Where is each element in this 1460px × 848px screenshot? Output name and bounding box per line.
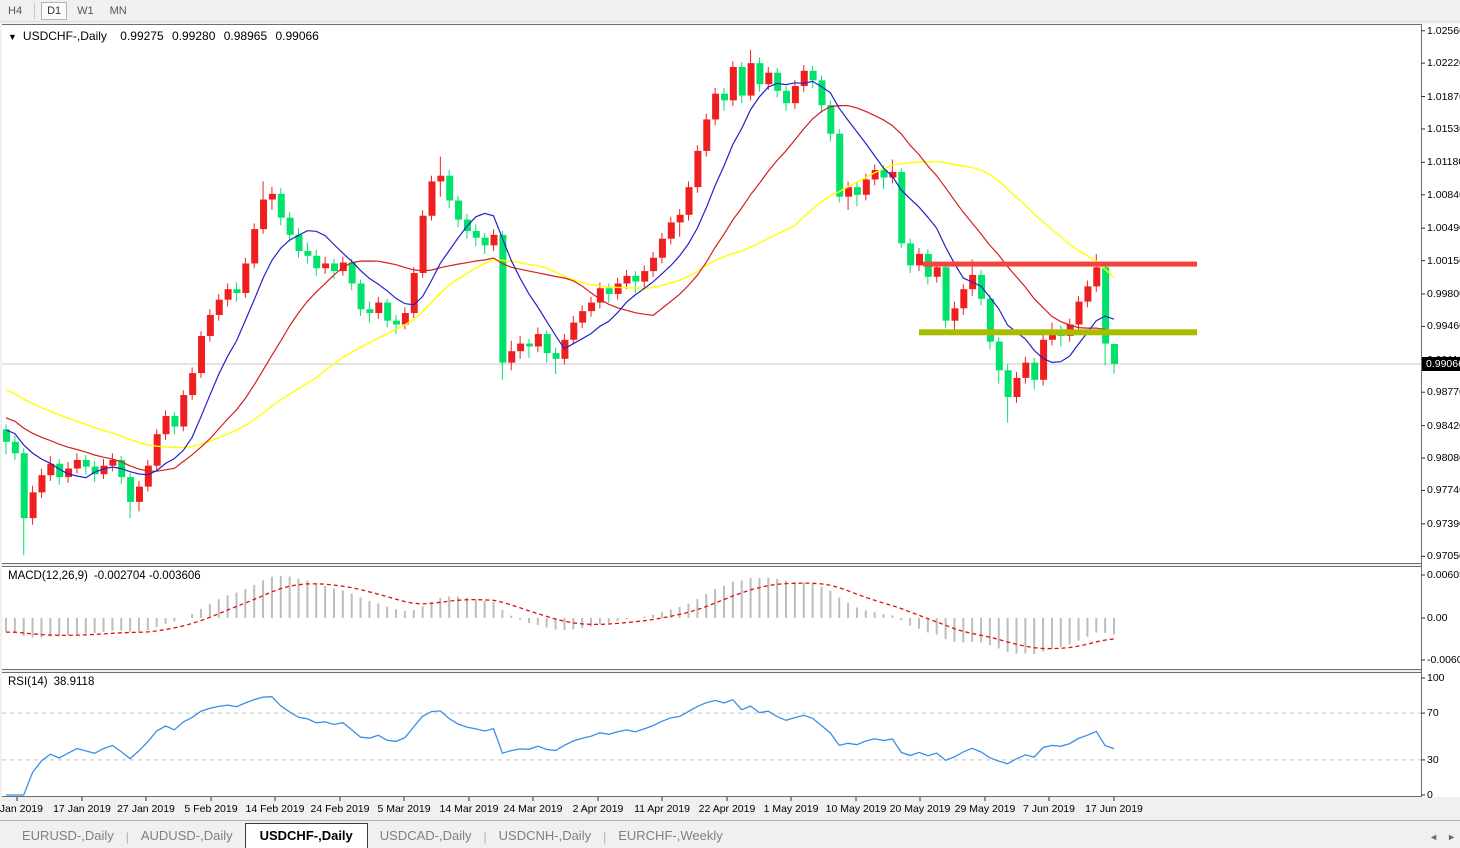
tab-scroll-left-icon[interactable]: ◄ xyxy=(1429,832,1438,842)
macd-signal-value: -0.003606 xyxy=(149,570,201,582)
price-axis-label: 1.01530 xyxy=(1427,123,1460,135)
price-axis: 1.02560 1.02220 1.01870 1.01530 1.01180 1.008… xyxy=(1421,24,1460,797)
ohlc-close: 0.99066 xyxy=(275,29,318,43)
date-axis-label: 14 Feb 2019 xyxy=(246,803,305,815)
date-axis-label: 7 Jun 2019 xyxy=(1023,803,1075,815)
rsi-indicator-label: RSI(14) 38.9118 xyxy=(8,676,94,688)
macd-pane[interactable] xyxy=(2,566,1421,670)
price-axis-label: 0.99800 xyxy=(1427,288,1460,300)
tab-scroll-arrows: ◄► xyxy=(1429,832,1456,842)
macd-axis-label: 0.00 xyxy=(1427,612,1447,624)
timeframe-button-d1[interactable]: D1 xyxy=(41,2,67,20)
tab-usdcnh-daily[interactable]: USDCNH-,Daily xyxy=(487,825,603,847)
tab-eurusd-daily[interactable]: EURUSD-,Daily xyxy=(10,825,126,847)
timeframe-button-h4[interactable]: H4 xyxy=(2,2,28,20)
date-axis-label: 5 Feb 2019 xyxy=(184,803,237,815)
macd-axis-label: 0.006058 xyxy=(1427,569,1460,581)
price-axis-label: 0.99460 xyxy=(1427,320,1460,332)
date-axis-label: 20 May 2019 xyxy=(890,803,951,815)
price-chart-pane[interactable] xyxy=(2,24,1421,564)
date-axis-label: 22 Apr 2019 xyxy=(699,803,756,815)
price-axis-label: 1.00490 xyxy=(1427,222,1460,234)
ohlc-high: 0.99280 xyxy=(172,29,215,43)
chart-title: ▼ USDCHF-,Daily 0.99275 0.99280 0.98965 0… xyxy=(8,29,324,43)
macd-main-value: -0.002704 xyxy=(94,570,146,582)
price-axis-label: 1.00150 xyxy=(1427,255,1460,267)
rsi-value: 38.9118 xyxy=(54,676,95,688)
toolbar-separator xyxy=(34,3,35,19)
ohlc-open: 0.99275 xyxy=(120,29,163,43)
date-axis: 8 Jan 2019 17 Jan 2019 27 Jan 2019 5 Feb 20… xyxy=(0,797,1421,820)
macd-indicator-label: MACD(12,26,9) -0.002704 -0.003606 xyxy=(8,570,201,582)
price-axis-label: 1.01180 xyxy=(1427,156,1460,168)
date-axis-label: 14 Mar 2019 xyxy=(440,803,499,815)
rsi-axis-label: 100 xyxy=(1427,672,1445,684)
tab-usdchf-daily[interactable]: USDCHF-,Daily xyxy=(245,823,368,848)
rsi-name: RSI(14) xyxy=(8,676,48,688)
rsi-axis-label: 30 xyxy=(1427,754,1439,766)
price-axis-label: 0.97050 xyxy=(1427,550,1460,562)
tab-audusd-daily[interactable]: AUDUSD-,Daily xyxy=(129,825,245,847)
date-axis-label: 1 May 2019 xyxy=(764,803,819,815)
price-axis-label: 0.98080 xyxy=(1427,452,1460,464)
price-axis-label: 0.97740 xyxy=(1427,484,1460,496)
symbol-dropdown-icon[interactable]: ▼ xyxy=(8,32,17,42)
date-axis-label: 8 Jan 2019 xyxy=(0,803,43,815)
tab-eurchf-weekly[interactable]: EURCHF-,Weekly xyxy=(606,825,735,847)
price-axis-label: 1.01870 xyxy=(1427,91,1460,103)
price-axis-label: 0.98420 xyxy=(1427,420,1460,432)
price-axis-label: 1.02560 xyxy=(1427,25,1460,37)
date-axis-label: 29 May 2019 xyxy=(955,803,1016,815)
date-axis-label: 5 Mar 2019 xyxy=(377,803,430,815)
timeframe-toolbar: H4 D1W1MN xyxy=(0,0,1460,22)
date-axis-label: 24 Mar 2019 xyxy=(504,803,563,815)
symbol-name: USDCHF-,Daily xyxy=(23,29,107,43)
price-axis-label: 1.00840 xyxy=(1427,189,1460,201)
date-axis-label: 10 May 2019 xyxy=(826,803,887,815)
timeframe-button-w1[interactable]: W1 xyxy=(71,2,100,20)
rsi-pane[interactable] xyxy=(2,672,1421,797)
macd-axis-label: -0.006096 xyxy=(1427,654,1460,666)
ohlc-low: 0.98965 xyxy=(224,29,267,43)
current-price-tag: 0.99066 xyxy=(1422,357,1460,371)
tab-usdcad-daily[interactable]: USDCAD-,Daily xyxy=(368,825,484,847)
tab-scroll-right-icon[interactable]: ► xyxy=(1447,832,1456,842)
rsi-axis-label: 0 xyxy=(1427,789,1433,801)
date-axis-label: 2 Apr 2019 xyxy=(573,803,624,815)
date-axis-label: 17 Jan 2019 xyxy=(53,803,111,815)
price-axis-label: 0.98770 xyxy=(1427,386,1460,398)
date-axis-label: 27 Jan 2019 xyxy=(117,803,175,815)
date-axis-label: 24 Feb 2019 xyxy=(311,803,370,815)
date-axis-label: 17 Jun 2019 xyxy=(1085,803,1143,815)
macd-name: MACD(12,26,9) xyxy=(8,570,88,582)
chart-tab-bar: EURUSD-,Daily|AUDUSD-,DailyUSDCHF-,Daily… xyxy=(0,820,1460,848)
rsi-axis-label: 70 xyxy=(1427,707,1439,719)
timeframe-button-mn[interactable]: MN xyxy=(104,2,133,20)
price-axis-label: 0.97390 xyxy=(1427,518,1460,530)
price-axis-label: 1.02220 xyxy=(1427,57,1460,69)
date-axis-label: 11 Apr 2019 xyxy=(634,803,690,815)
trading-terminal: H4 D1W1MN ▼ USDCHF-,Daily 0.99275 0.99280 … xyxy=(0,0,1460,848)
